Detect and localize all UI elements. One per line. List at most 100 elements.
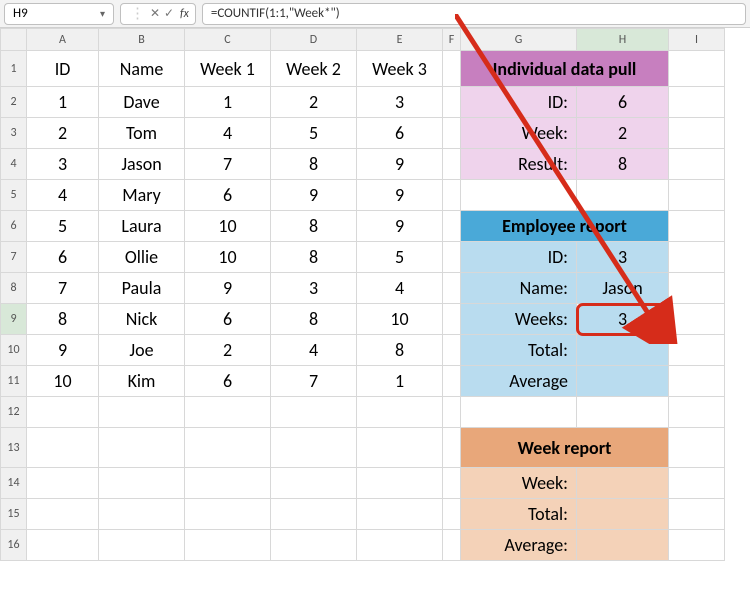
cell[interactable]: 5	[357, 242, 443, 273]
week-panel-title[interactable]: Week report	[461, 428, 669, 468]
cell[interactable]: 8	[271, 211, 357, 242]
cell[interactable]	[185, 428, 271, 468]
col-header-F[interactable]: F	[443, 29, 461, 51]
row-header[interactable]: 10	[1, 335, 27, 366]
cell[interactable]	[577, 180, 669, 211]
row-header[interactable]: 9	[1, 304, 27, 335]
row-header[interactable]: 4	[1, 149, 27, 180]
cell[interactable]	[669, 180, 725, 211]
cell[interactable]	[443, 211, 461, 242]
col-header-A[interactable]: A	[27, 29, 99, 51]
wk-total-value[interactable]	[577, 499, 669, 530]
cell[interactable]	[669, 149, 725, 180]
cell[interactable]: 9	[185, 273, 271, 304]
table-row[interactable]: 9 8 Nick 6 8 10 Weeks: 3	[1, 304, 725, 335]
confirm-icon[interactable]: ✓	[162, 6, 176, 21]
cell[interactable]: 9	[357, 149, 443, 180]
cell[interactable]	[669, 211, 725, 242]
table-row[interactable]: 12	[1, 397, 725, 428]
emp-total-value[interactable]	[577, 335, 669, 366]
table-row[interactable]: 2 1 Dave 1 2 3 ID: 6	[1, 87, 725, 118]
cell[interactable]	[669, 499, 725, 530]
cell[interactable]: 3	[357, 87, 443, 118]
cell[interactable]: Jason	[99, 149, 185, 180]
cell[interactable]	[271, 530, 357, 561]
cell[interactable]	[443, 499, 461, 530]
cell[interactable]: 3	[27, 149, 99, 180]
cell[interactable]: 2	[185, 335, 271, 366]
cell[interactable]	[443, 87, 461, 118]
table-row[interactable]: 3 2 Tom 4 5 6 Week: 2	[1, 118, 725, 149]
cell[interactable]: 4	[185, 118, 271, 149]
cell[interactable]	[669, 242, 725, 273]
table-row[interactable]: 10 9 Joe 2 4 8 Total:	[1, 335, 725, 366]
cell[interactable]: ID	[27, 51, 99, 87]
cell[interactable]	[443, 51, 461, 87]
cell[interactable]: 6	[27, 242, 99, 273]
cell[interactable]: 4	[271, 335, 357, 366]
wk-avg-value[interactable]	[577, 530, 669, 561]
cell[interactable]: Mary	[99, 180, 185, 211]
emp-name-value[interactable]: Jason	[577, 273, 669, 304]
cell[interactable]	[669, 87, 725, 118]
cell[interactable]: Dave	[99, 87, 185, 118]
emp-total-label[interactable]: Total:	[461, 335, 577, 366]
cell[interactable]: 10	[357, 304, 443, 335]
cell[interactable]	[185, 499, 271, 530]
cell[interactable]: Week 2	[271, 51, 357, 87]
cell[interactable]	[669, 428, 725, 468]
cell[interactable]: 4	[27, 180, 99, 211]
cell[interactable]	[669, 51, 725, 87]
cell[interactable]	[669, 530, 725, 561]
cell[interactable]: 9	[271, 180, 357, 211]
cell[interactable]: 8	[357, 335, 443, 366]
cell[interactable]	[669, 273, 725, 304]
wk-total-label[interactable]: Total:	[461, 499, 577, 530]
cell[interactable]	[669, 335, 725, 366]
cell[interactable]: 6	[185, 180, 271, 211]
cell[interactable]	[27, 530, 99, 561]
cell[interactable]	[271, 499, 357, 530]
cell[interactable]: Week 1	[185, 51, 271, 87]
table-row[interactable]: 11 10 Kim 6 7 1 Average	[1, 366, 725, 397]
table-row[interactable]: 4 3 Jason 7 8 9 Result: 8	[1, 149, 725, 180]
cell[interactable]	[443, 335, 461, 366]
cell[interactable]	[99, 397, 185, 428]
cell[interactable]: Kim	[99, 366, 185, 397]
spreadsheet-grid[interactable]: A B C D E F G H I 1 ID Name Week 1 Week …	[0, 28, 750, 561]
col-header-D[interactable]: D	[271, 29, 357, 51]
cell[interactable]: Nick	[99, 304, 185, 335]
cell[interactable]	[357, 428, 443, 468]
row-header[interactable]: 7	[1, 242, 27, 273]
cell[interactable]	[443, 397, 461, 428]
cell[interactable]: 6	[185, 304, 271, 335]
grid-table[interactable]: A B C D E F G H I 1 ID Name Week 1 Week …	[0, 28, 725, 561]
table-row[interactable]: 5 4 Mary 6 9 9	[1, 180, 725, 211]
col-header-H[interactable]: H	[577, 29, 669, 51]
cell[interactable]	[461, 397, 577, 428]
cell[interactable]: Name	[99, 51, 185, 87]
cell[interactable]: 3	[271, 273, 357, 304]
cell[interactable]	[577, 397, 669, 428]
emp-weeks-label[interactable]: Weeks:	[461, 304, 577, 335]
cell[interactable]: Paula	[99, 273, 185, 304]
row-header[interactable]: 12	[1, 397, 27, 428]
row-header[interactable]: 13	[1, 428, 27, 468]
cell[interactable]: 8	[271, 242, 357, 273]
fx-label[interactable]: fx	[180, 7, 189, 21]
emp-name-label[interactable]: Name:	[461, 273, 577, 304]
cell[interactable]: 9	[357, 180, 443, 211]
row-header[interactable]: 8	[1, 273, 27, 304]
cell[interactable]	[669, 118, 725, 149]
wk-avg-label[interactable]: Average:	[461, 530, 577, 561]
cell[interactable]	[669, 366, 725, 397]
cell[interactable]	[443, 366, 461, 397]
cell[interactable]: 7	[185, 149, 271, 180]
cell[interactable]	[357, 530, 443, 561]
cell[interactable]: 1	[185, 87, 271, 118]
emp-avg-value[interactable]	[577, 366, 669, 397]
table-row[interactable]: 15 Total:	[1, 499, 725, 530]
cell[interactable]: 5	[27, 211, 99, 242]
row-header[interactable]: 2	[1, 87, 27, 118]
cell[interactable]: Joe	[99, 335, 185, 366]
